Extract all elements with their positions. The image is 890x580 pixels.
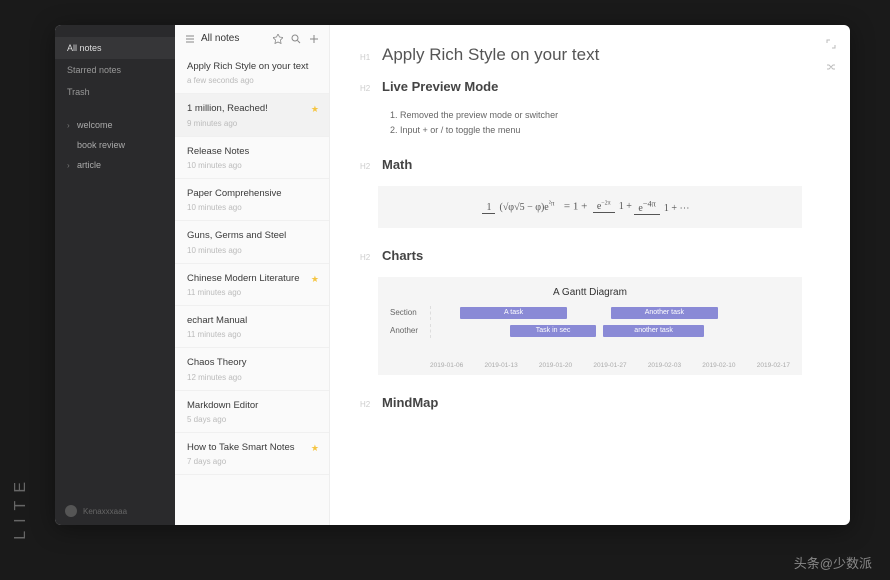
list-item: Input + or / to toggle the menu bbox=[400, 123, 820, 138]
doc-h2-preview[interactable]: Live Preview Mode bbox=[382, 79, 498, 94]
math-formula-block: 1(√φ√5 − φ)e²π = 1 + e−2π1 + e−4π1 + ⋯ bbox=[378, 186, 802, 228]
note-item-title: Chaos Theory bbox=[187, 357, 317, 369]
note-list-item[interactable]: Chaos Theory 12 minutes ago bbox=[175, 348, 329, 390]
gantt-row-label: Section bbox=[390, 308, 430, 317]
note-list-panel: All notes Apply Rich Style on your text a… bbox=[175, 25, 330, 525]
note-list-header: All notes bbox=[175, 25, 329, 52]
note-item-title: How to Take Smart Notes bbox=[187, 442, 317, 454]
note-list-item[interactable]: Guns, Germs and Steel 10 minutes ago bbox=[175, 221, 329, 263]
gantt-axis-tick: 2019-01-06 bbox=[430, 362, 463, 369]
gantt-axis-tick: 2019-01-13 bbox=[484, 362, 517, 369]
gantt-track: A task Another task bbox=[430, 306, 790, 320]
editor-content: H1 Apply Rich Style on your text H2 Live… bbox=[330, 25, 850, 525]
heading-tag-h1: H1 bbox=[360, 53, 374, 62]
note-list-item[interactable]: echart Manual 11 minutes ago bbox=[175, 306, 329, 348]
search-icon[interactable] bbox=[291, 34, 301, 44]
note-list-item[interactable]: Paper Comprehensive 10 minutes ago bbox=[175, 179, 329, 221]
app-window: All notesStarred notesTrash ›welcomebook… bbox=[55, 25, 850, 525]
doc-h2-mindmap[interactable]: MindMap bbox=[382, 395, 438, 410]
gantt-axis-tick: 2019-02-10 bbox=[702, 362, 735, 369]
sidebar-group[interactable]: Starred notes bbox=[55, 59, 175, 81]
note-item-title: Chinese Modern Literature bbox=[187, 273, 317, 285]
gantt-axis-tick: 2019-01-20 bbox=[539, 362, 572, 369]
note-item-time: 9 minutes ago bbox=[187, 119, 317, 128]
sidebar-username: Kenaxxxaaa bbox=[83, 507, 127, 516]
sidebar-folder[interactable]: › welcome bbox=[55, 115, 175, 135]
doc-h2-charts[interactable]: Charts bbox=[382, 248, 423, 263]
gantt-axis-tick: 2019-01-27 bbox=[593, 362, 626, 369]
gantt-row: Another Task in sec another task bbox=[390, 322, 790, 340]
heading-tag-h2: H2 bbox=[360, 162, 374, 171]
note-item-time: 5 days ago bbox=[187, 415, 317, 424]
note-item-time: 11 minutes ago bbox=[187, 288, 317, 297]
sidebar-user[interactable]: Kenaxxxaaa bbox=[65, 505, 127, 517]
sidebar-folder-label: book review bbox=[77, 140, 125, 150]
gantt-bar: A task bbox=[460, 307, 568, 319]
doc-h2-math[interactable]: Math bbox=[382, 157, 412, 172]
shuffle-icon[interactable] bbox=[826, 62, 836, 75]
watermark: 头条@少数派 bbox=[794, 553, 872, 572]
sidebar-group[interactable]: Trash bbox=[55, 81, 175, 103]
sidebar-folder[interactable]: book review bbox=[55, 135, 175, 155]
star-icon[interactable] bbox=[273, 34, 283, 44]
note-item-time: 12 minutes ago bbox=[187, 373, 317, 382]
note-item-title: Guns, Germs and Steel bbox=[187, 230, 317, 242]
note-item-title: echart Manual bbox=[187, 315, 317, 327]
star-filled-icon: ★ bbox=[311, 443, 319, 454]
heading-tag-h2: H2 bbox=[360, 84, 374, 93]
sidebar: All notesStarred notesTrash › welcome book… bbox=[55, 25, 175, 525]
gantt-title: A Gantt Diagram bbox=[390, 287, 790, 298]
note-list-item[interactable]: Markdown Editor 5 days ago bbox=[175, 391, 329, 433]
note-list-item[interactable]: Chinese Modern Literature 11 minutes ago ★ bbox=[175, 264, 329, 306]
note-list-item[interactable]: Apply Rich Style on your text a few secon… bbox=[175, 52, 329, 94]
list-item: Removed the preview mode or switcher bbox=[400, 108, 820, 123]
avatar bbox=[65, 505, 77, 517]
gantt-row: Section A task Another task bbox=[390, 304, 790, 322]
sidebar-folder-label: article bbox=[77, 160, 101, 170]
gantt-bar: Task in sec bbox=[510, 325, 596, 337]
sidebar-group[interactable]: All notes bbox=[55, 37, 175, 59]
chevron-right-icon: › bbox=[67, 121, 73, 130]
sidebar-folder[interactable]: › article bbox=[55, 155, 175, 175]
sidebar-folder-label: welcome bbox=[77, 120, 113, 130]
note-item-title: Markdown Editor bbox=[187, 400, 317, 412]
note-item-title: Paper Comprehensive bbox=[187, 188, 317, 200]
heading-tag-h2: H2 bbox=[360, 400, 374, 409]
star-filled-icon: ★ bbox=[311, 104, 319, 115]
doc-h1[interactable]: Apply Rich Style on your text bbox=[382, 45, 599, 65]
gantt-bar: Another task bbox=[611, 307, 719, 319]
gantt-chart-block: A Gantt Diagram Section A task Another tas… bbox=[378, 277, 802, 375]
note-item-title: 1 million, Reached! bbox=[187, 103, 317, 115]
note-list-item[interactable]: 1 million, Reached! 9 minutes ago ★ bbox=[175, 94, 329, 136]
brand-vertical-text: LITE bbox=[12, 474, 30, 540]
menu-icon[interactable] bbox=[185, 34, 195, 44]
expand-icon[interactable] bbox=[826, 39, 836, 52]
heading-tag-h2: H2 bbox=[360, 253, 374, 262]
note-item-time: 11 minutes ago bbox=[187, 330, 317, 339]
note-item-title: Release Notes bbox=[187, 146, 317, 158]
note-item-time: 10 minutes ago bbox=[187, 246, 317, 255]
note-item-time: a few seconds ago bbox=[187, 76, 317, 85]
preview-list: Removed the preview mode or switcherInpu… bbox=[400, 108, 820, 139]
gantt-row-label: Another bbox=[390, 326, 430, 335]
note-item-time: 7 days ago bbox=[187, 457, 317, 466]
note-item-time: 10 minutes ago bbox=[187, 203, 317, 212]
add-icon[interactable] bbox=[309, 34, 319, 44]
note-item-title: Apply Rich Style on your text bbox=[187, 61, 317, 73]
note-list-title: All notes bbox=[201, 33, 239, 44]
note-item-time: 10 minutes ago bbox=[187, 161, 317, 170]
note-list-item[interactable]: Release Notes 10 minutes ago bbox=[175, 137, 329, 179]
chevron-right-icon: › bbox=[67, 161, 73, 170]
gantt-axis-tick: 2019-02-17 bbox=[757, 362, 790, 369]
note-list-item[interactable]: How to Take Smart Notes 7 days ago ★ bbox=[175, 433, 329, 475]
gantt-axis-tick: 2019-02-03 bbox=[648, 362, 681, 369]
gantt-bar: another task bbox=[603, 325, 704, 337]
gantt-track: Task in sec another task bbox=[430, 324, 790, 338]
star-filled-icon: ★ bbox=[311, 274, 319, 285]
